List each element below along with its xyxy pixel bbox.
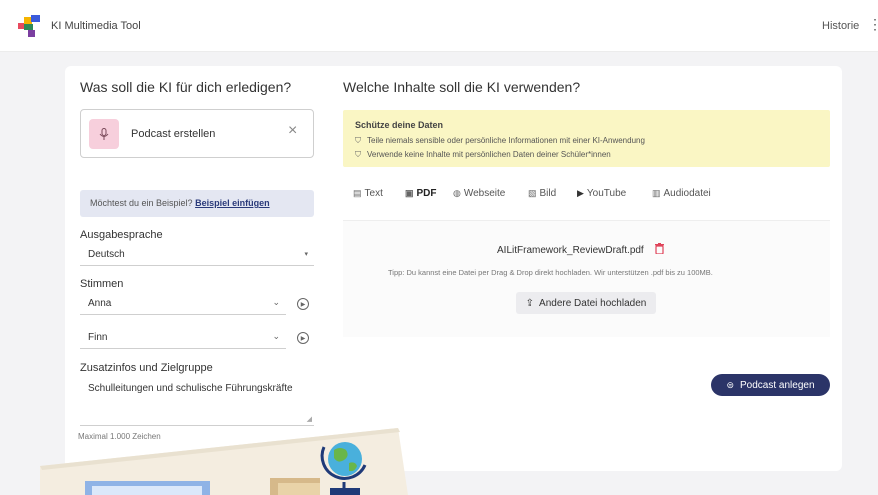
create-podcast-button[interactable]: ⊜ Podcast anlegen xyxy=(711,374,830,396)
voice2-select[interactable]: Finn ⌄ xyxy=(80,327,286,349)
left-heading: Was soll die KI für dich erledigen? xyxy=(80,79,292,95)
app-title: KI Multimedia Tool xyxy=(51,20,141,32)
extra-info-label: Zusatzinfos und Zielgruppe xyxy=(80,362,213,374)
pdf-icon: ▣ xyxy=(405,188,414,198)
upload-other-file-button[interactable]: ⇪ Andere Datei hochladen xyxy=(516,292,656,314)
globe-icon: ◍ xyxy=(453,188,461,198)
tab-text[interactable]: ▤ Text xyxy=(353,188,383,199)
max-chars-hint: Maximal 1.000 Zeichen xyxy=(78,432,161,441)
voices-label: Stimmen xyxy=(80,278,124,290)
privacy-notice: Schütze deine Daten ⛉ Teile niemals sensi… xyxy=(343,110,830,167)
upload-hint: Tipp: Du kannst eine Datei per Drag & Dr… xyxy=(388,268,713,277)
upload-dropzone[interactable] xyxy=(343,220,830,337)
resize-handle-icon[interactable]: ◢ xyxy=(307,415,312,423)
uploaded-filename: AILitFramework_ReviewDraft.pdf xyxy=(497,245,644,256)
top-bar: KI Multimedia Tool Historie ⋮ xyxy=(0,0,878,52)
shield-icon: ⛉ xyxy=(355,150,361,159)
output-language-select[interactable]: Deutsch ▾ xyxy=(80,244,314,266)
voice1-value: Anna xyxy=(88,298,112,309)
tab-bild[interactable]: ▧ Bild xyxy=(528,188,556,199)
upload-icon: ⇪ xyxy=(525,297,535,309)
trash-icon[interactable] xyxy=(655,243,664,254)
history-link[interactable]: Historie xyxy=(822,20,859,32)
chevron-down-icon: ⌄ xyxy=(272,297,280,307)
shield-icon: ⛉ xyxy=(355,136,361,145)
privacy-item: Teile niemals sensible oder persönliche … xyxy=(367,136,645,145)
image-icon: ▧ xyxy=(528,188,537,198)
text-icon: ▤ xyxy=(353,188,362,198)
task-selector[interactable]: Podcast erstellen × xyxy=(80,109,314,158)
play-voice1-icon[interactable]: ▶ xyxy=(297,298,309,310)
extra-info-textarea[interactable]: Schulleitungen und schulische Führungskr… xyxy=(80,378,314,426)
right-heading: Welche Inhalte soll die KI verwenden? xyxy=(343,79,581,95)
dropdown-arrow-icon: ▾ xyxy=(304,251,308,258)
voice2-value: Finn xyxy=(88,332,108,343)
example-banner: Möchtest du ein Beispiel? Beispiel einfü… xyxy=(80,190,314,217)
kebab-icon[interactable]: ⋮ xyxy=(868,17,878,31)
play-voice2-icon[interactable]: ▶ xyxy=(297,332,309,344)
voice1-select[interactable]: Anna ⌄ xyxy=(80,293,286,315)
tab-youtube[interactable]: ▶ YouTube xyxy=(577,188,626,199)
microphone-icon xyxy=(89,119,119,149)
task-label: Podcast erstellen xyxy=(131,128,216,140)
youtube-icon: ▶ xyxy=(577,188,584,198)
tab-webseite[interactable]: ◍ Webseite xyxy=(453,188,505,199)
tab-audiodatei[interactable]: ▥ Audiodatei xyxy=(652,188,711,199)
app-logo[interactable] xyxy=(18,14,40,38)
privacy-title: Schütze deine Daten xyxy=(355,120,444,130)
example-text: Möchtest du ein Beispiel? xyxy=(90,198,193,208)
extra-info-value: Schulleitungen und schulische Führungskr… xyxy=(88,383,293,394)
audio-file-icon: ▥ xyxy=(652,188,661,198)
tab-pdf[interactable]: ▣ PDF xyxy=(405,188,437,199)
podcast-icon: ⊜ xyxy=(726,379,735,390)
privacy-item: Verwende keine Inhalte mit persönlichen … xyxy=(367,150,611,159)
chevron-down-icon: ⌄ xyxy=(272,331,280,341)
output-language-value: Deutsch xyxy=(88,249,125,260)
insert-example-link[interactable]: Beispiel einfügen xyxy=(195,198,270,208)
output-language-label: Ausgabesprache xyxy=(80,229,163,241)
close-icon[interactable]: × xyxy=(288,123,297,139)
